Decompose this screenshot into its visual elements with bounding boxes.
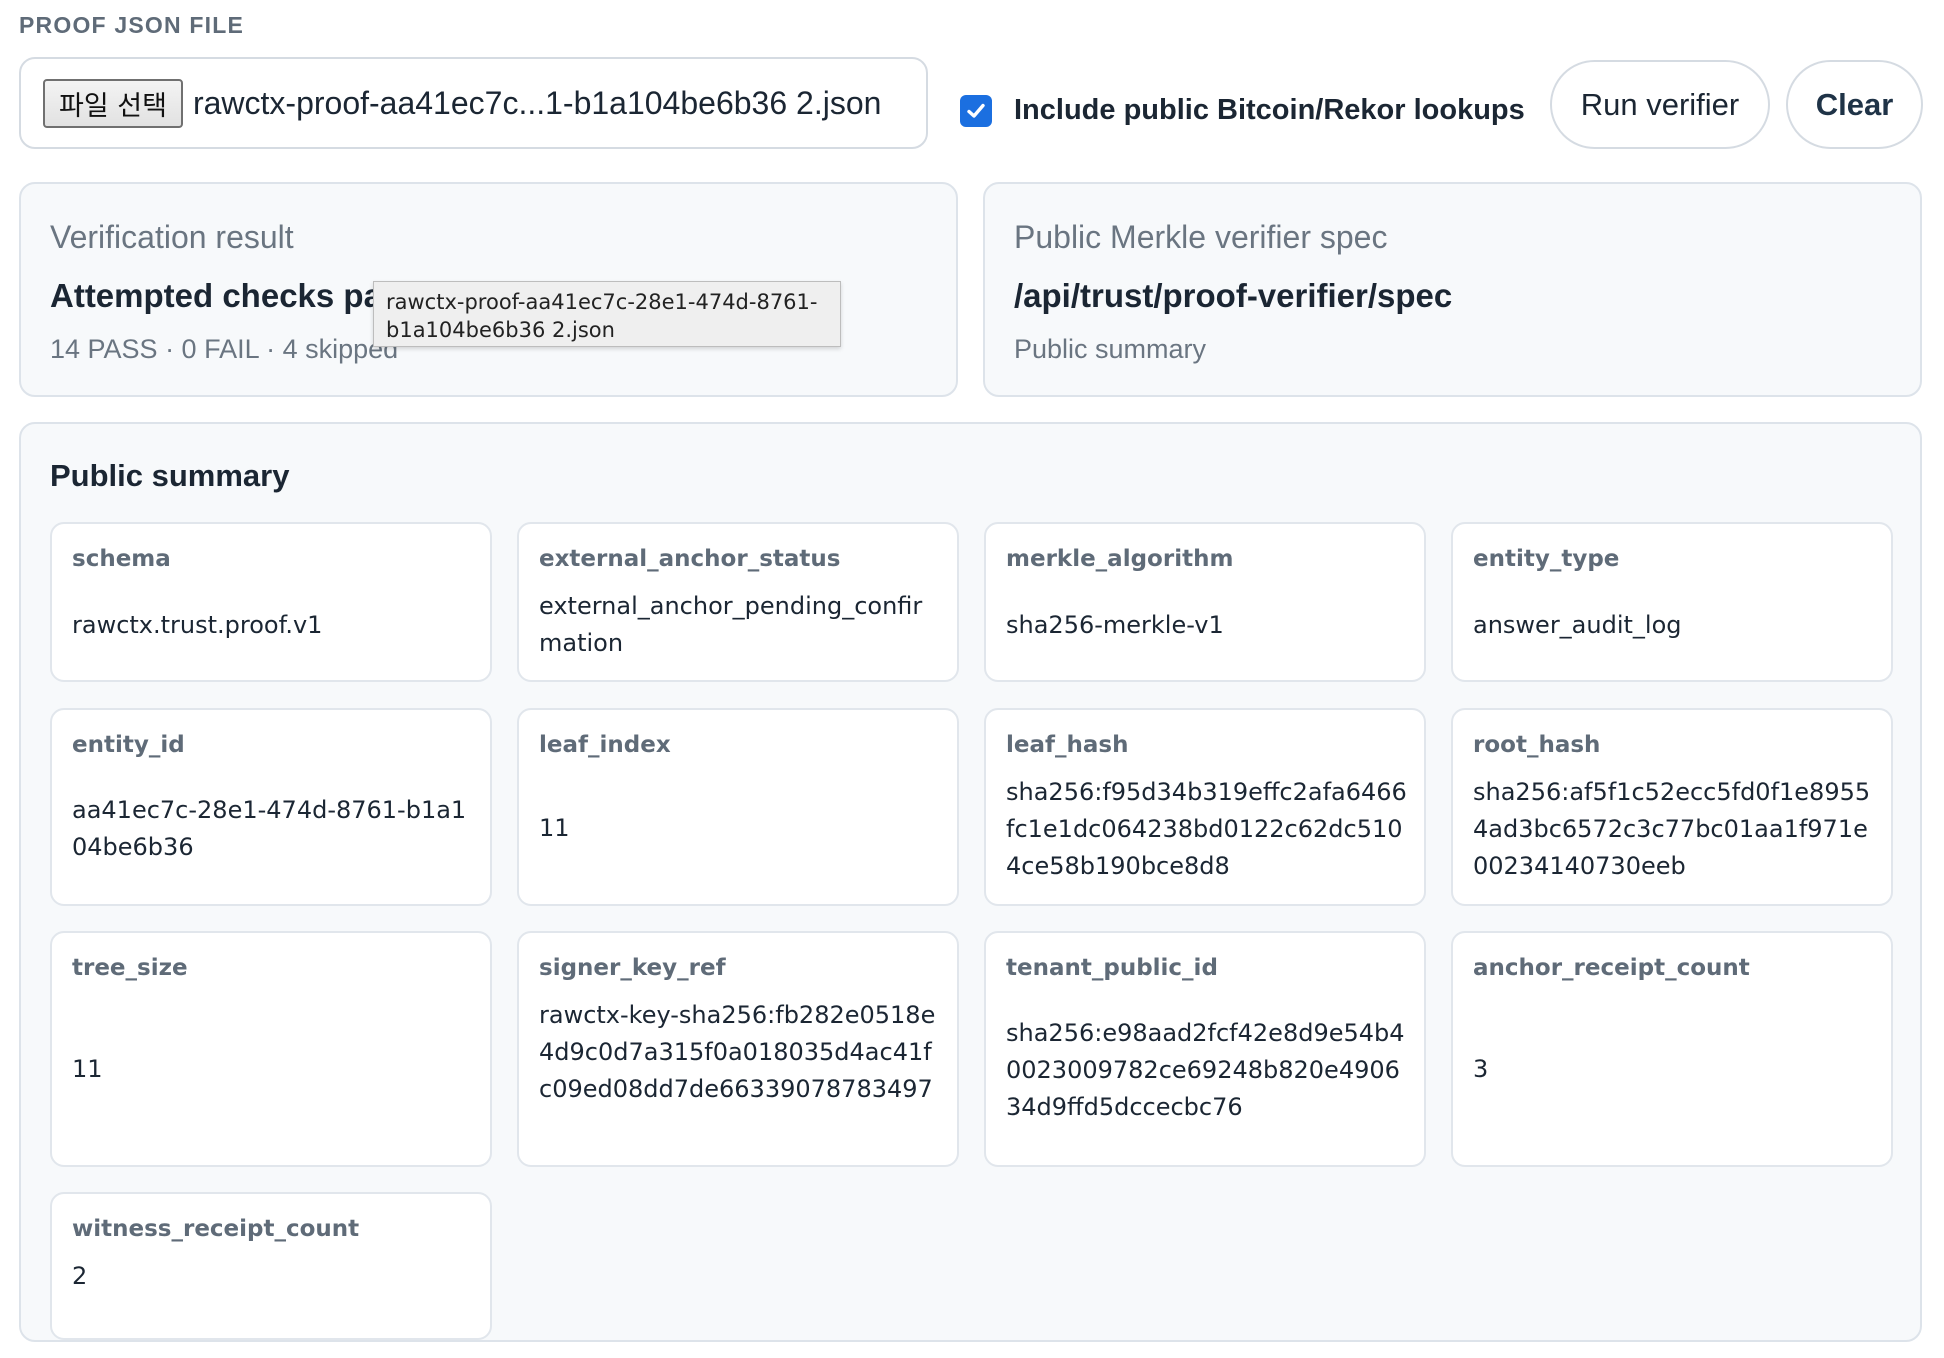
field-key: merkle_algorithm	[1006, 546, 1234, 572]
summary-field-signer-key-ref: signer_key_ref rawctx-key-sha256:fb282e0…	[517, 931, 959, 1167]
field-value: rawctx.trust.proof.v1	[72, 611, 323, 639]
verification-summary: 14 PASS · 0 FAIL · 4 skipped	[50, 334, 399, 364]
run-verifier-button[interactable]: Run verifier	[1550, 60, 1770, 149]
field-value: 11	[72, 1055, 103, 1083]
field-key: leaf_index	[539, 732, 671, 758]
choose-file-button[interactable]: 파일 선택	[43, 78, 183, 128]
field-key: external_anchor_status	[539, 546, 841, 572]
spec-title: Public Merkle verifier spec	[1014, 219, 1388, 255]
summary-field-witness-receipt-count: witness_receipt_count 2	[50, 1192, 492, 1340]
summary-field-entity-type: entity_type answer_audit_log	[1451, 522, 1893, 682]
field-value: external_anchor_pending_confirmation	[539, 592, 923, 657]
verification-title: Verification result	[50, 219, 294, 255]
field-value: 3	[1473, 1055, 1489, 1083]
spec-path-link[interactable]: /api/trust/proof-verifier/spec	[1014, 277, 1452, 315]
file-input[interactable]: 파일 선택 rawctx-proof-aa41ec7c...1-b1a104be…	[19, 57, 928, 149]
summary-field-tree-size: tree_size 11	[50, 931, 492, 1167]
include-lookups-label[interactable]: Include public Bitcoin/Rekor lookups	[1014, 94, 1525, 127]
include-lookups-option[interactable]: Include public Bitcoin/Rekor lookups	[960, 94, 1525, 127]
field-value: 2	[72, 1262, 88, 1290]
field-key: entity_id	[72, 732, 185, 758]
section-label: PROOF JSON FILE	[19, 12, 245, 38]
field-key: witness_receipt_count	[72, 1216, 360, 1242]
field-value: rawctx-key-sha256:fb282e0518e4d9c0d7a315…	[539, 1001, 936, 1103]
summary-field-leaf-index: leaf_index 11	[517, 708, 959, 906]
field-value: 11	[539, 814, 570, 842]
field-value: aa41ec7c-28e1-474d-8761-b1a104be6b36	[72, 796, 467, 861]
spec-subtitle: Public summary	[1014, 334, 1207, 364]
summary-field-merkle-algorithm: merkle_algorithm sha256-merkle-v1	[984, 522, 1426, 682]
include-lookups-checkbox[interactable]	[960, 94, 992, 127]
summary-field-external-anchor-status: external_anchor_status external_anchor_p…	[517, 522, 959, 682]
file-name-tooltip: rawctx-proof-aa41ec7c-28e1-474d-8761-b1a…	[373, 281, 841, 347]
public-summary-panel: Public summary schema rawctx.trust.proof…	[19, 422, 1922, 1342]
field-value: sha256:e98aad2fcf42e8d9e54b40023009782ce…	[1006, 1019, 1405, 1121]
field-key: tree_size	[72, 955, 188, 981]
verification-headline: Attempted checks pa	[50, 277, 382, 314]
field-key: tenant_public_id	[1006, 955, 1218, 981]
summary-field-leaf-hash: leaf_hash sha256:f95d34b319effc2afa6466f…	[984, 708, 1426, 906]
verifier-spec-card: Public Merkle verifier spec /api/trust/p…	[983, 182, 1922, 397]
field-key: signer_key_ref	[539, 955, 726, 981]
summary-field-anchor-receipt-count: anchor_receipt_count 3	[1451, 931, 1893, 1167]
field-key: root_hash	[1473, 732, 1601, 758]
summary-field-tenant-public-id: tenant_public_id sha256:e98aad2fcf42e8d9…	[984, 931, 1426, 1167]
summary-field-entity-id: entity_id aa41ec7c-28e1-474d-8761-b1a104…	[50, 708, 492, 906]
field-key: anchor_receipt_count	[1473, 955, 1750, 981]
field-key: leaf_hash	[1006, 732, 1129, 758]
field-key: entity_type	[1473, 546, 1620, 572]
summary-field-schema: schema rawctx.trust.proof.v1	[50, 522, 492, 682]
field-value: sha256-merkle-v1	[1006, 611, 1224, 639]
field-value: sha256:f95d34b319effc2afa6466fc1e1dc0642…	[1006, 778, 1407, 880]
summary-field-root-hash: root_hash sha256:af5f1c52ecc5fd0f1e89554…	[1451, 708, 1893, 906]
field-value: answer_audit_log	[1473, 611, 1682, 639]
clear-button[interactable]: Clear	[1786, 60, 1923, 149]
field-value: sha256:af5f1c52ecc5fd0f1e89554ad3bc6572c…	[1473, 778, 1871, 880]
checkmark-icon	[967, 103, 985, 118]
selected-file-name: rawctx-proof-aa41ec7c...1-b1a104be6b36 2…	[192, 84, 882, 121]
public-summary-title: Public summary	[50, 458, 290, 493]
field-key: schema	[72, 546, 171, 572]
